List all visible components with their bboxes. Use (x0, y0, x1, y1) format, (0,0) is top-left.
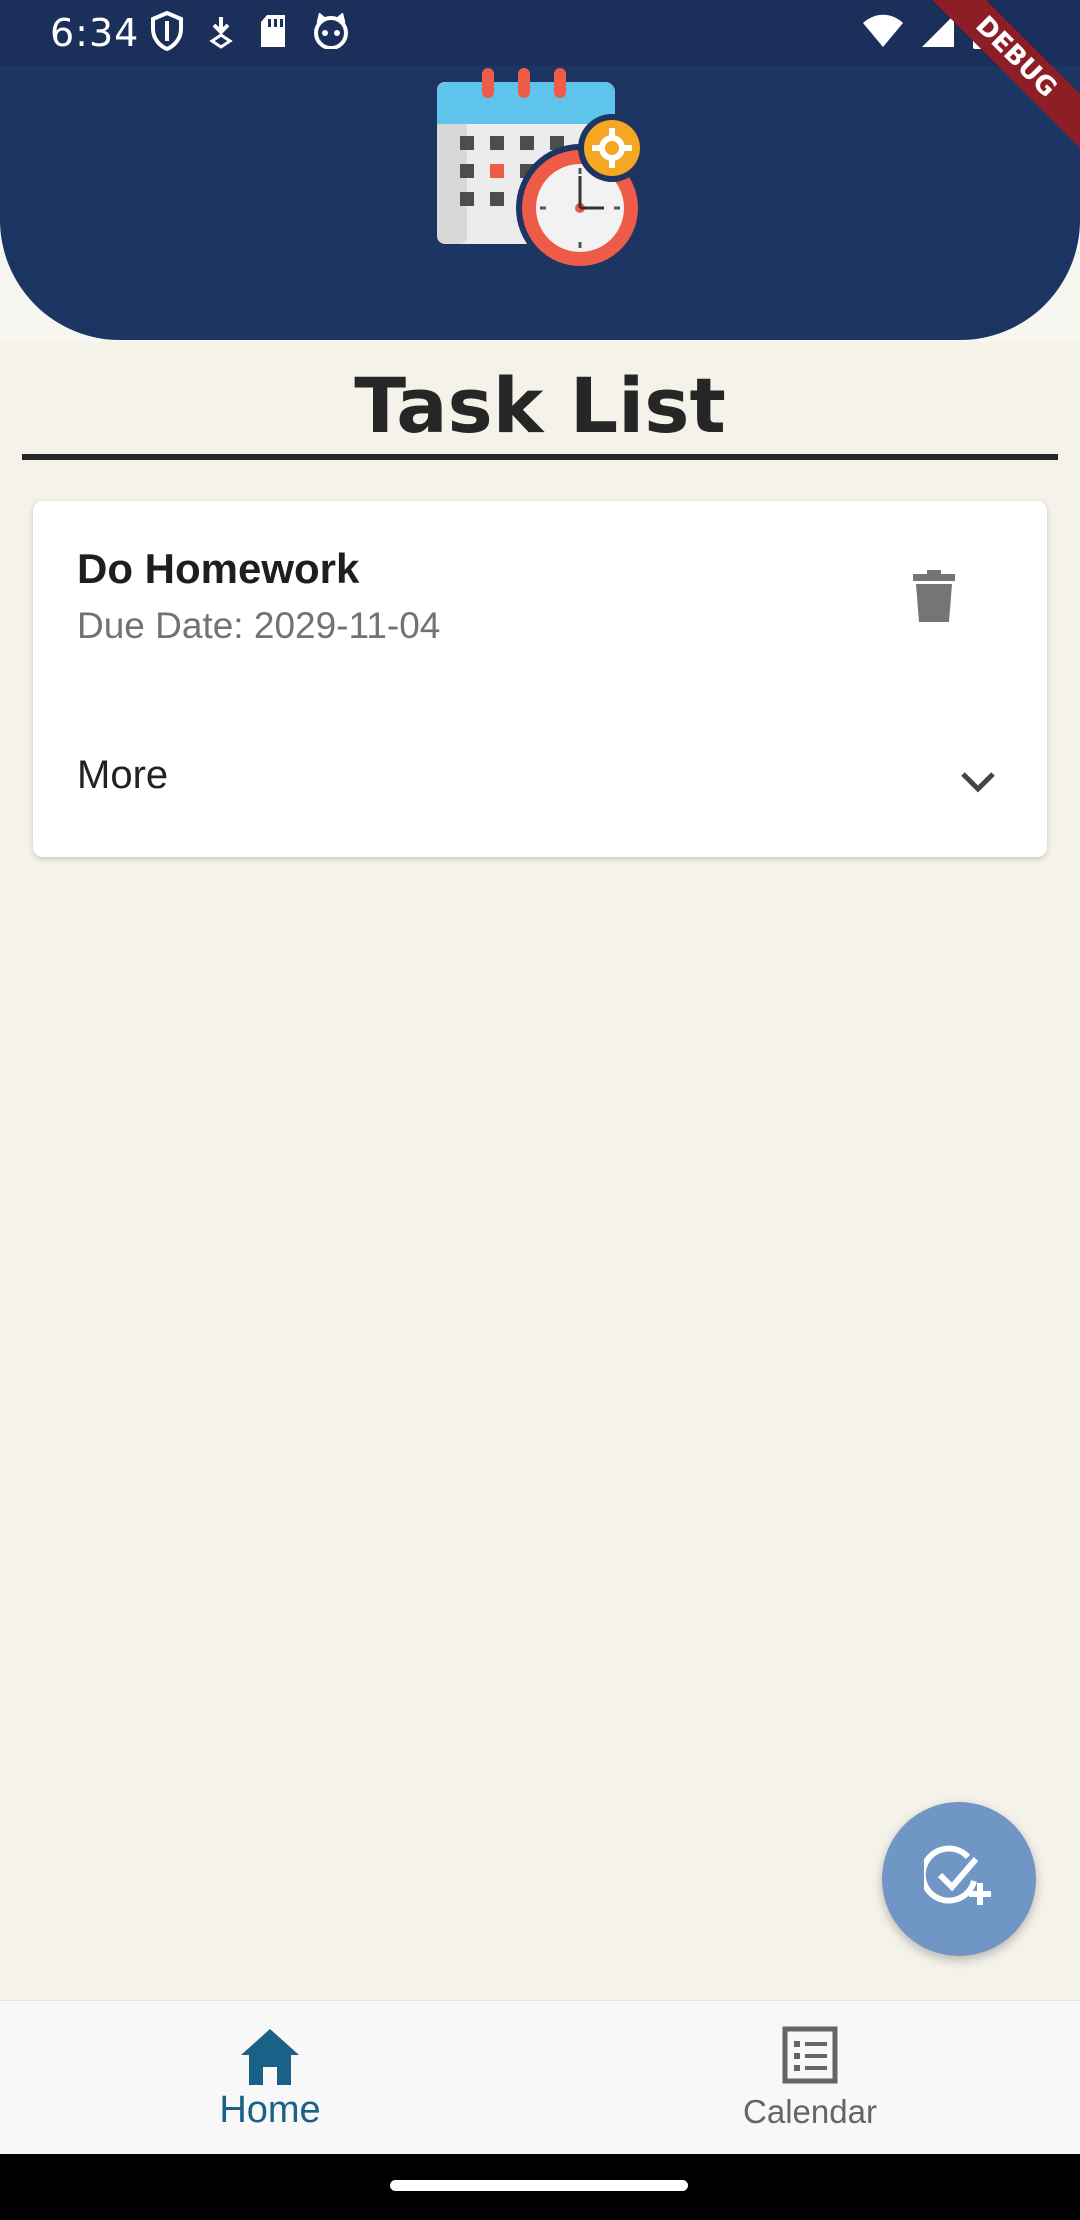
task-add-icon (919, 1845, 994, 1914)
more-label: More (77, 753, 169, 797)
trash-icon (913, 569, 955, 627)
add-task-button[interactable] (882, 1802, 1036, 1956)
nav-label-calendar: Calendar (743, 2093, 877, 2130)
status-icons-left (150, 10, 350, 56)
status-icons-right (862, 11, 994, 55)
page-title: Task List (354, 361, 726, 450)
download-icon (208, 13, 234, 54)
calendar-clock-gear-icon (432, 66, 648, 280)
calendar-list-icon (775, 2025, 845, 2089)
signal-icon (920, 13, 956, 54)
task-due-date: Due Date: 2029-11-04 (77, 605, 441, 646)
home-icon (235, 2025, 305, 2089)
shield-icon (150, 10, 184, 56)
task-card: Do Homework Due Date: 2029-11-04 More (33, 501, 1047, 857)
nav-item-home[interactable]: Home (0, 2001, 540, 2155)
task-more-expander[interactable]: More (33, 727, 1047, 831)
status-bar: 6:34 (0, 0, 1080, 66)
title-divider (22, 454, 1058, 460)
wifi-icon (862, 14, 904, 53)
status-time: 6:34 (50, 11, 140, 55)
cat-face-icon (312, 11, 350, 54)
task-title: Do Homework (77, 545, 360, 592)
system-navigation-bar (0, 2154, 1080, 2220)
nav-label-home: Home (219, 2089, 321, 2131)
home-gesture-handle[interactable] (390, 2180, 688, 2191)
delete-task-button[interactable] (903, 567, 965, 629)
chevron-down-icon (953, 757, 1003, 807)
sd-card-icon (258, 13, 288, 54)
battery-icon (972, 11, 994, 55)
nav-item-calendar[interactable]: Calendar (540, 2001, 1080, 2155)
bottom-navigation: Home Calendar (0, 2000, 1080, 2155)
